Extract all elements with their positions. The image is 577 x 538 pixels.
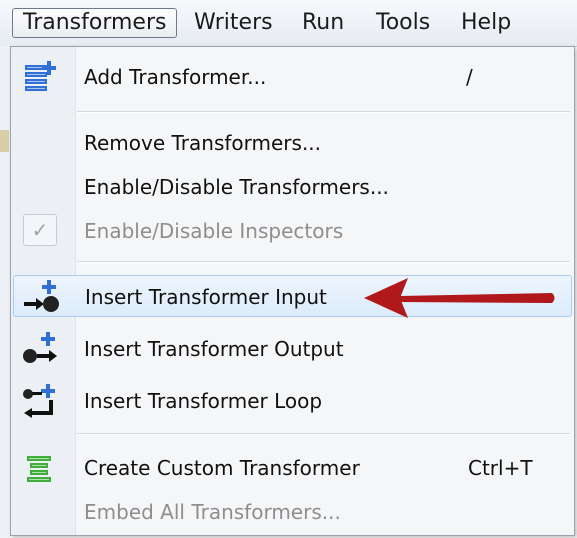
background-window-fragment	[0, 130, 9, 152]
menu-item-label: Insert Transformer Output	[84, 337, 344, 361]
insert-loop-icon	[23, 384, 55, 418]
menu-item-remove-transformers[interactable]: Remove Transformers...	[13, 122, 572, 164]
menu-item-label: Remove Transformers...	[84, 131, 322, 155]
menu-item-enable-disable-inspectors[interactable]: ✓ Enable/Disable Inspectors	[13, 210, 572, 252]
menu-item-label: Add Transformer...	[84, 65, 267, 89]
menu-item-embed-all-transformers[interactable]: Embed All Transformers...	[13, 491, 572, 533]
add-transformer-icon	[25, 61, 56, 91]
menu-item-label: Insert Transformer Loop	[84, 389, 323, 413]
menu-run[interactable]: Run	[292, 8, 354, 38]
menu-transformers[interactable]: Transformers	[12, 8, 178, 38]
menu-writers[interactable]: Writers	[184, 8, 283, 38]
menu-item-insert-transformer-output[interactable]: Insert Transformer Output	[13, 328, 572, 370]
menu-item-label: Enable/Disable Transformers...	[84, 175, 389, 199]
menu-item-label: Enable/Disable Inspectors	[84, 219, 344, 243]
menu-item-label: Insert Transformer Input	[85, 285, 327, 309]
menu-separator	[77, 433, 570, 435]
menu-help[interactable]: Help	[451, 8, 521, 38]
checkmark-icon: ✓	[23, 214, 57, 246]
menu-item-create-custom-transformer[interactable]: Create Custom Transformer Ctrl+T	[13, 447, 572, 489]
menu-item-add-transformer[interactable]: Add Transformer... /	[13, 56, 572, 98]
insert-input-icon	[24, 280, 59, 312]
annotation-arrow-icon	[364, 278, 555, 318]
menu-bar: Transformers Writers Run Tools Help	[0, 0, 577, 47]
menu-item-insert-transformer-loop[interactable]: Insert Transformer Loop	[13, 380, 572, 422]
shortcut-label: Ctrl+T	[468, 456, 533, 480]
custom-transformer-icon	[27, 456, 51, 482]
menu-item-enable-disable-transformers[interactable]: Enable/Disable Transformers...	[13, 166, 572, 208]
shortcut-label: /	[466, 65, 473, 89]
menu-separator	[77, 111, 570, 113]
menu-tools[interactable]: Tools	[366, 8, 440, 38]
menu-separator	[77, 261, 570, 263]
background-window-edge	[0, 46, 10, 538]
menu-item-label: Embed All Transformers...	[84, 500, 341, 524]
insert-output-icon	[23, 332, 57, 363]
menu-item-label: Create Custom Transformer	[84, 456, 360, 480]
